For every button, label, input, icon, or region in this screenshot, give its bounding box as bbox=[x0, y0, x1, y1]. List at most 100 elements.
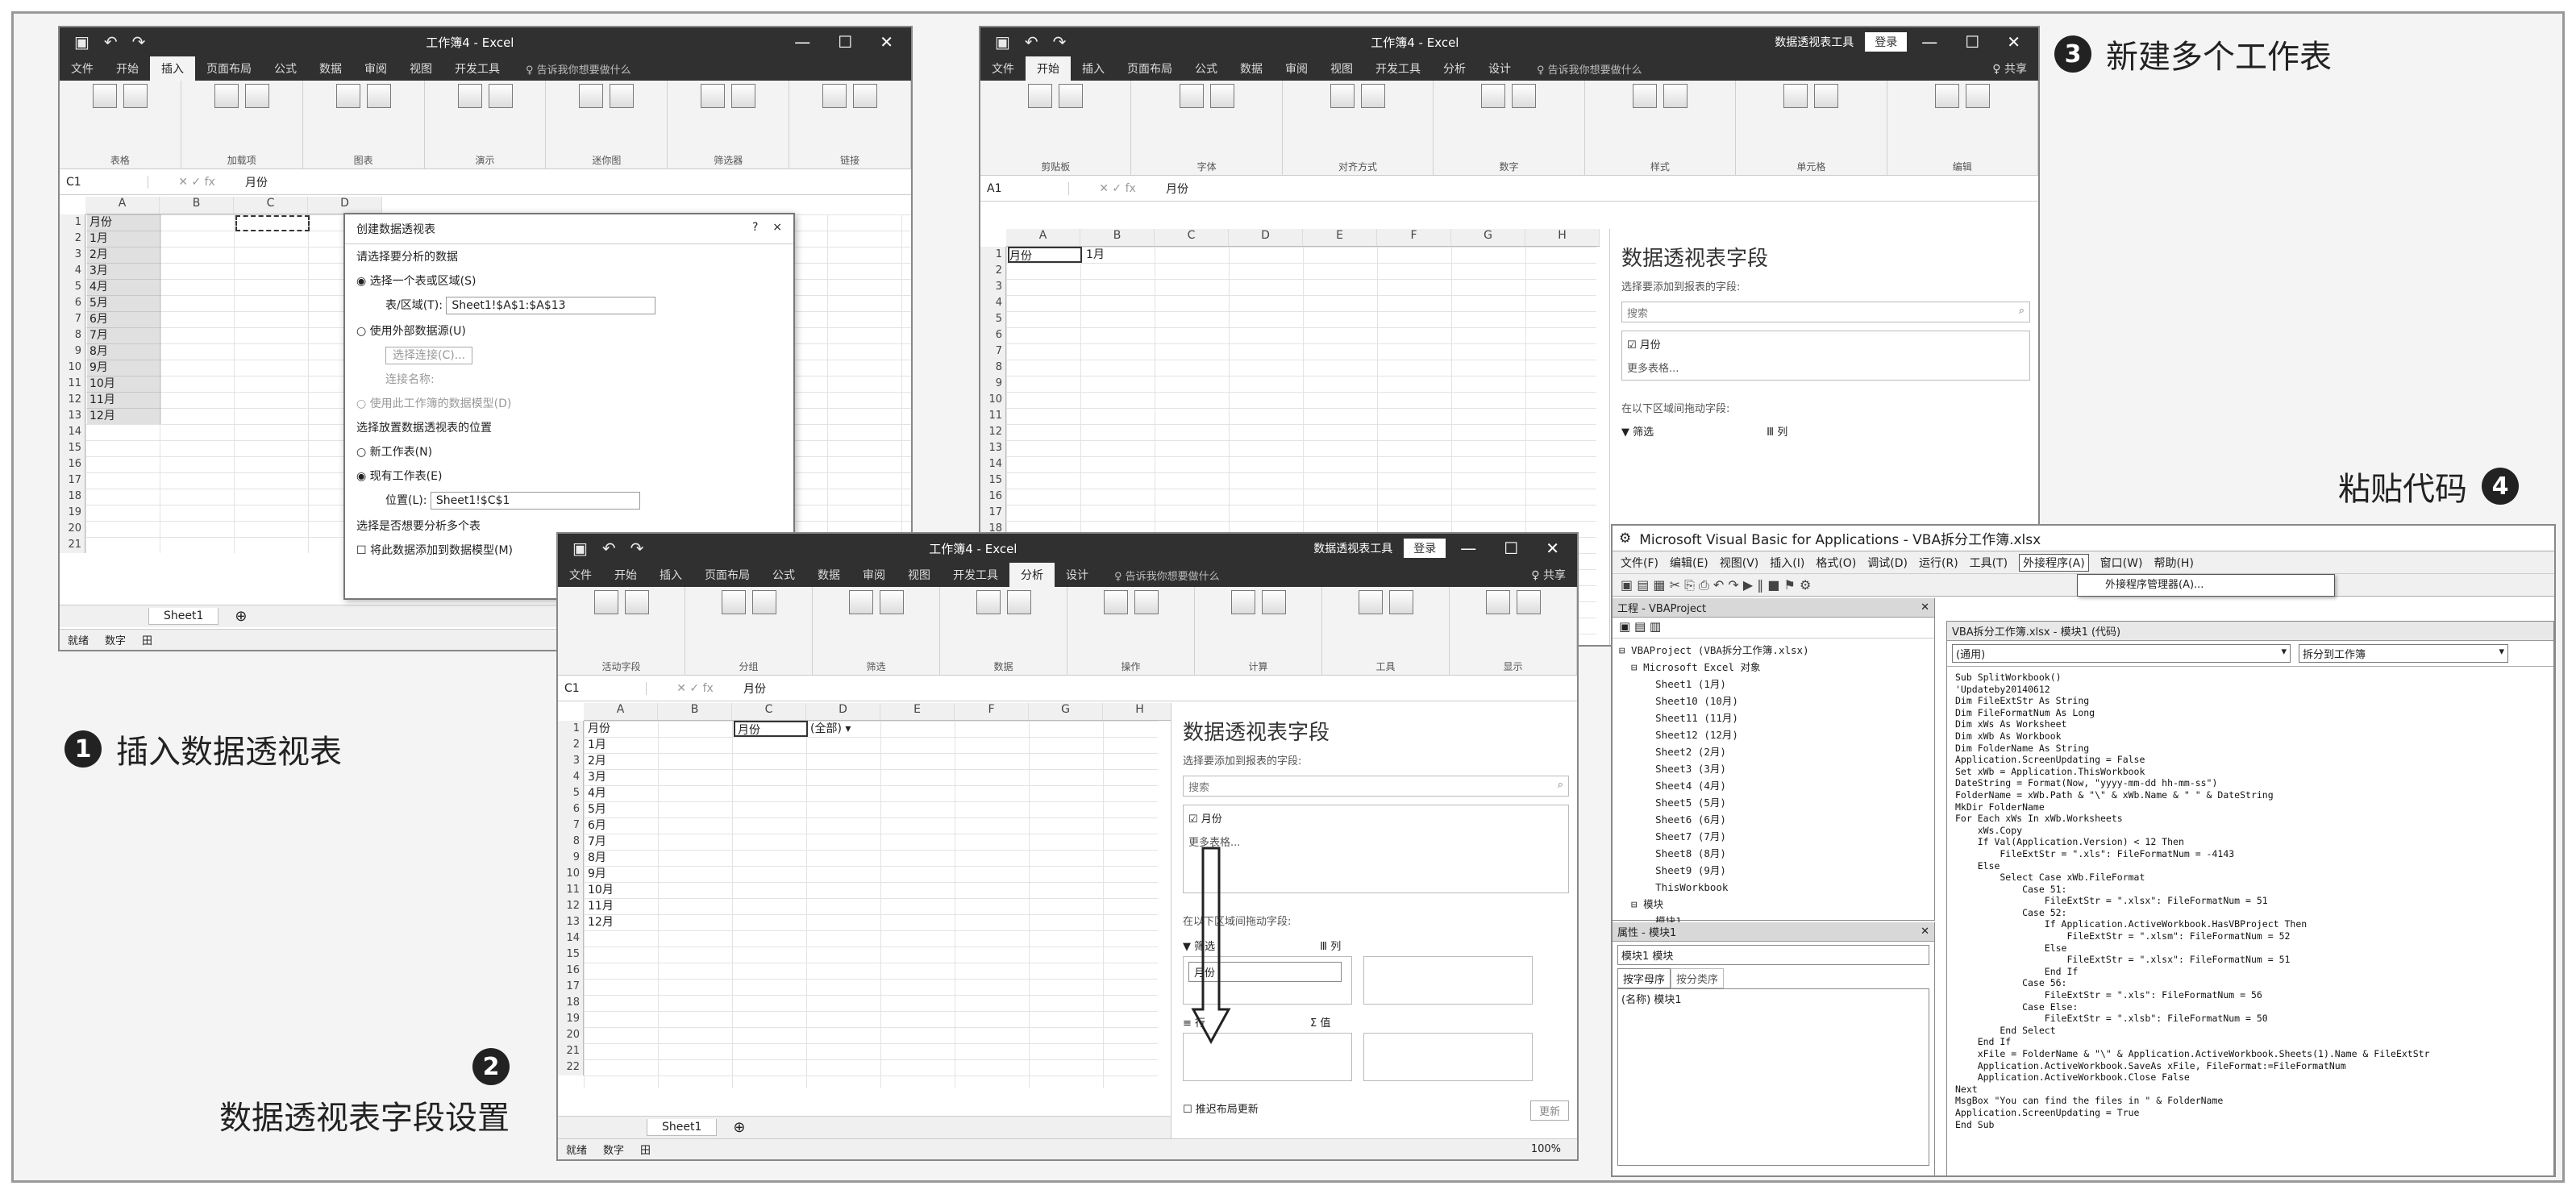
checkbox-icon[interactable]: ☐ bbox=[1183, 1104, 1192, 1116]
ribbon-command-button[interactable] bbox=[1516, 590, 1541, 616]
vba-menu-item[interactable]: 插入(I) bbox=[1770, 555, 1804, 571]
ribbon-command-button[interactable] bbox=[1361, 84, 1386, 110]
column-header[interactable]: C bbox=[732, 703, 806, 720]
row-header[interactable]: 22 bbox=[558, 1059, 583, 1075]
ribbon-command-button[interactable] bbox=[751, 590, 776, 616]
window-controls[interactable]: — ☐ ✕ bbox=[1921, 32, 2038, 52]
ribbon-command-button[interactable] bbox=[593, 590, 618, 616]
ribbon-tab[interactable]: 公式 bbox=[263, 56, 308, 81]
project-toolbar[interactable]: ▣ ▤ ▥ bbox=[1613, 618, 1934, 639]
ribbon-tab[interactable]: 分析 bbox=[1432, 56, 1477, 81]
ribbon-tab[interactable]: 审阅 bbox=[851, 563, 897, 587]
sheet-tab[interactable]: Sheet1 bbox=[647, 1119, 718, 1136]
project-tree-node[interactable]: Sheet7 (7月) bbox=[1619, 828, 1928, 845]
name-box[interactable]: A1 bbox=[980, 181, 1069, 195]
column-header[interactable]: D bbox=[1229, 229, 1303, 246]
more-tables-link[interactable]: 更多表格... bbox=[1627, 360, 2025, 375]
ribbon-tab[interactable]: 插入 bbox=[1071, 56, 1116, 81]
cell[interactable]: 5月 bbox=[87, 295, 161, 311]
quick-access-toolbar[interactable]: ▣ ↶ ↷ bbox=[980, 32, 1066, 52]
ribbon-tab[interactable]: 开始 bbox=[1026, 56, 1071, 81]
row-header[interactable]: 9 bbox=[980, 376, 1005, 392]
ribbon-command-button[interactable] bbox=[610, 84, 635, 110]
row-header[interactable]: 12 bbox=[980, 424, 1005, 440]
ribbon-command-button[interactable] bbox=[848, 590, 873, 616]
row-header[interactable]: 8 bbox=[60, 327, 85, 343]
ribbon-tab[interactable]: 公式 bbox=[761, 563, 806, 587]
checkbox-icon[interactable]: ☐ bbox=[356, 544, 367, 557]
tab-categorized[interactable]: 按分类序 bbox=[1671, 968, 1725, 988]
project-tree-node[interactable]: Sheet10 (10月) bbox=[1619, 693, 1928, 709]
row-header[interactable]: 8 bbox=[980, 360, 1005, 376]
project-tree-node[interactable]: Sheet5 (5月) bbox=[1619, 794, 1928, 811]
row-header[interactable]: 13 bbox=[980, 440, 1005, 456]
ribbon-tab[interactable]: 审阅 bbox=[1274, 56, 1319, 81]
field-search-input[interactable]: 搜索 ⌕ bbox=[1183, 776, 1569, 797]
ribbon-tab[interactable]: 视图 bbox=[398, 56, 443, 81]
row-header[interactable]: 15 bbox=[60, 440, 85, 456]
row-header[interactable]: 7 bbox=[60, 311, 85, 327]
row-header[interactable]: 2 bbox=[980, 263, 1005, 279]
row-header[interactable]: 3 bbox=[60, 247, 85, 263]
ribbon-command-button[interactable] bbox=[123, 84, 148, 110]
ribbon-command-button[interactable] bbox=[1388, 590, 1413, 616]
help-icon[interactable]: ? bbox=[752, 221, 758, 234]
row-header[interactable]: 7 bbox=[980, 343, 1005, 360]
row-header[interactable]: 5 bbox=[980, 311, 1005, 327]
formula-input[interactable]: 月份 bbox=[743, 680, 766, 697]
quick-access-toolbar[interactable]: ▣ ↶ ↷ bbox=[558, 539, 643, 558]
ribbon-command-button[interactable] bbox=[488, 84, 513, 110]
column-header[interactable]: F bbox=[1377, 229, 1451, 246]
row-header[interactable]: 16 bbox=[558, 963, 583, 979]
row-header[interactable]: 2 bbox=[60, 231, 85, 247]
row-header[interactable]: 17 bbox=[60, 472, 85, 489]
add-sheet-icon[interactable]: ⊕ bbox=[733, 1119, 745, 1136]
vba-menu-item[interactable]: 文件(F) bbox=[1621, 555, 1658, 571]
ribbon-tab[interactable]: 审阅 bbox=[353, 56, 398, 81]
radio-new-sheet[interactable]: 新工作表(N) bbox=[345, 439, 793, 464]
row-header[interactable]: 12 bbox=[558, 898, 583, 914]
tell-me-search[interactable]: ♀ 告诉我你想要做什么 bbox=[1522, 57, 1981, 81]
choose-connection-button[interactable]: 选择连接(C)... bbox=[385, 347, 473, 364]
ribbon-command-button[interactable] bbox=[721, 590, 746, 616]
column-header[interactable]: C bbox=[1155, 229, 1229, 246]
row-header[interactable]: 21 bbox=[60, 537, 85, 553]
row-header[interactable]: 5 bbox=[60, 279, 85, 295]
ribbon-tab[interactable]: 开发工具 bbox=[1364, 56, 1432, 81]
radio-data-model[interactable]: 使用此工作簿的数据模型(D) bbox=[345, 391, 793, 415]
cell[interactable]: 12月 bbox=[87, 408, 161, 424]
ribbon-command-button[interactable] bbox=[457, 84, 482, 110]
ribbon-tab[interactable]: 插入 bbox=[648, 563, 693, 587]
cell-c1[interactable]: 月份 bbox=[734, 721, 808, 737]
window-controls[interactable]: — ☐ ✕ bbox=[794, 32, 911, 52]
close-icon[interactable]: ✕ bbox=[1921, 601, 1929, 614]
ribbon-command-button[interactable] bbox=[1481, 84, 1506, 110]
project-tree-node[interactable]: Sheet4 (4月) bbox=[1619, 777, 1928, 794]
name-box[interactable]: C1 bbox=[558, 681, 647, 695]
row-header[interactable]: 11 bbox=[60, 376, 85, 392]
ribbon-command-button[interactable] bbox=[1485, 590, 1510, 616]
tell-me-search[interactable]: ♀ 告诉我你想要做什么 bbox=[1100, 564, 1520, 587]
radio-existing-sheet[interactable]: 现有工作表(E) bbox=[345, 464, 793, 488]
dropdown-icon[interactable]: ▾ bbox=[845, 722, 851, 735]
ribbon-tab[interactable]: 数据 bbox=[308, 56, 353, 81]
tab-alphabetic[interactable]: 按字母序 bbox=[1617, 968, 1671, 988]
project-tree-node[interactable]: ThisWorkbook bbox=[1619, 879, 1928, 896]
row-header[interactable]: 13 bbox=[60, 408, 85, 424]
row-header[interactable]: 20 bbox=[558, 1027, 583, 1043]
row-header[interactable]: 9 bbox=[558, 850, 583, 866]
tell-me-search[interactable]: ♀ 告诉我你想要做什么 bbox=[511, 57, 911, 81]
ribbon-command-button[interactable] bbox=[976, 590, 1001, 616]
field-checkbox-month[interactable]: ☑ 月份 bbox=[1627, 336, 2025, 352]
cell[interactable]: 4月 bbox=[87, 279, 161, 295]
ribbon-command-button[interactable] bbox=[1103, 590, 1128, 616]
project-tree-node[interactable]: Sheet9 (9月) bbox=[1619, 862, 1928, 879]
vba-menu-item[interactable]: 格式(O) bbox=[1816, 555, 1856, 571]
vba-menu-item[interactable]: 视图(V) bbox=[1720, 555, 1759, 571]
formula-input[interactable]: 月份 bbox=[245, 174, 268, 190]
row-header[interactable]: 4 bbox=[980, 295, 1005, 311]
ribbon-command-button[interactable] bbox=[335, 84, 360, 110]
ribbon-tab[interactable]: 视图 bbox=[897, 563, 942, 587]
property-name-row[interactable]: (名称) 模块1 bbox=[1621, 994, 1682, 1006]
row-header[interactable]: 8 bbox=[558, 834, 583, 850]
